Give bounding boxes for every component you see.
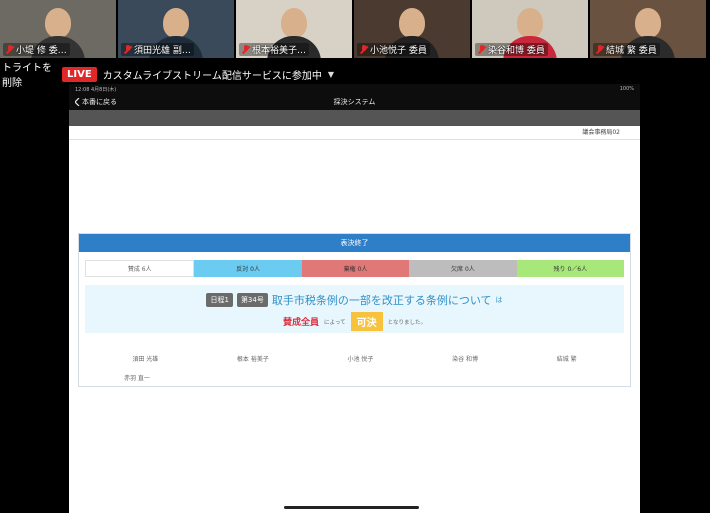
vote-result-panel: 表決終了 賛成 6人 反対 0人 棄権 0人 欠席 0人 残り 0／6人 日程1… bbox=[78, 233, 631, 387]
voter-name: 須田 光雄 bbox=[132, 356, 159, 363]
back-button[interactable]: 本番に戻る bbox=[69, 97, 117, 107]
participant-name: 小池悦子 委員 bbox=[370, 46, 427, 56]
count-no: 反対 0人 bbox=[194, 260, 302, 277]
count-yes: 賛成 6人 bbox=[85, 260, 195, 277]
shared-tablet-screen: 12:08 4月8日(木) 100% 本番に戻る 採決システム 議会事務局02 … bbox=[69, 84, 640, 513]
live-badge[interactable]: LIVE bbox=[62, 66, 97, 82]
chevron-left-icon bbox=[75, 98, 80, 106]
participant-name-bar: 須田光雄 副… bbox=[121, 43, 194, 56]
muted-mic-icon bbox=[242, 45, 250, 54]
participant-name: 須田光雄 副… bbox=[134, 46, 191, 56]
participant-face bbox=[517, 8, 543, 38]
user-bar: 議会事務局02 bbox=[69, 126, 640, 140]
nav-title: 採決システム bbox=[333, 98, 376, 106]
participant-tile[interactable]: 染谷和博 委員 bbox=[472, 0, 588, 58]
voter-name: 赤羽 直一 bbox=[124, 375, 150, 382]
count-absent: 欠席 0人 bbox=[409, 260, 517, 277]
muted-mic-icon bbox=[478, 45, 486, 54]
status-time: 12:08 4月8日(木) bbox=[75, 86, 117, 93]
participant-name: 結城 繁 委員 bbox=[606, 46, 657, 56]
voter-name: 染谷 和博 bbox=[452, 356, 479, 363]
voter-name: 根本 裕美子 bbox=[236, 356, 269, 363]
participant-tile[interactable]: 小堤 修 委… bbox=[0, 0, 116, 58]
stream-status-label[interactable]: カスタムライブストリーム配信サービスに参加中 bbox=[103, 67, 322, 82]
particle-wa: は bbox=[495, 296, 503, 304]
unanimous-label: 賛成全員 bbox=[283, 318, 320, 328]
participant-name: 染谷和博 委員 bbox=[488, 46, 545, 56]
participant-name: 根本裕美子… bbox=[252, 46, 307, 56]
participant-tile[interactable]: 須田光雄 副… bbox=[118, 0, 234, 58]
participant-tile[interactable]: 小池悦子 委員 bbox=[354, 0, 470, 58]
count-abstain: 棄権 0人 bbox=[301, 260, 410, 277]
meeting-toolbar: トライトを削除 LIVE カスタムライブストリーム配信サービスに参加中 ▼ bbox=[0, 63, 710, 89]
participant-tile[interactable]: 根本裕美子… bbox=[236, 0, 352, 58]
count-remaining: 残り 0／6人 bbox=[516, 260, 625, 277]
participant-strip: 小堤 修 委… 須田光雄 副… 根本裕美子… 小池悦子 委員 染谷和博 委員 結城 繁 委… bbox=[0, 0, 710, 60]
back-label: 本番に戻る bbox=[82, 98, 117, 106]
participant-tile[interactable]: 結城 繁 委員 bbox=[590, 0, 706, 58]
tablet-nav-bar: 本番に戻る 採決システム bbox=[69, 94, 640, 110]
participant-name-bar: 小池悦子 委員 bbox=[357, 43, 430, 56]
voter-name: 結城 繁 bbox=[556, 356, 577, 363]
battery-status: 100% bbox=[619, 86, 634, 92]
by-label: によって bbox=[324, 319, 346, 326]
participant-name-bar: 根本裕美子… bbox=[239, 43, 310, 56]
ending-label: となりました。 bbox=[387, 319, 426, 326]
muted-mic-icon bbox=[360, 45, 368, 54]
participant-name-bar: 小堤 修 委… bbox=[3, 43, 70, 56]
agenda-tag: 日程1 bbox=[206, 293, 233, 307]
muted-mic-icon bbox=[6, 45, 14, 54]
voter-names: 須田 光雄 根本 裕美子 小池 悦子 染谷 和博 結城 繁 赤羽 直一 bbox=[79, 354, 630, 382]
chevron-down-icon[interactable]: ▼ bbox=[328, 70, 334, 79]
muted-mic-icon bbox=[596, 45, 604, 54]
voter-row: 赤羽 直一 bbox=[79, 373, 630, 382]
gray-header-bar bbox=[69, 110, 640, 126]
passed-badge: 可決 bbox=[350, 312, 383, 331]
participant-name-bar: 染谷和博 委員 bbox=[475, 43, 548, 56]
home-indicator bbox=[284, 506, 419, 509]
participant-face bbox=[281, 8, 307, 38]
participant-face bbox=[399, 8, 425, 38]
result-box: 日程1 第34号 取手市税条例の一部を改正する条例について は 賛成全員 によっ… bbox=[85, 285, 624, 333]
panel-title: 表決終了 bbox=[79, 234, 630, 252]
participant-face bbox=[635, 8, 661, 38]
participant-face bbox=[45, 8, 71, 38]
secretariat-label: 議会事務局02 bbox=[582, 129, 620, 136]
vote-counts: 賛成 6人 反対 0人 棄権 0人 欠席 0人 残り 0／6人 bbox=[85, 260, 625, 277]
voter-name: 小池 悦子 bbox=[347, 356, 374, 363]
participant-face bbox=[163, 8, 189, 38]
participant-name-bar: 結城 繁 委員 bbox=[593, 43, 660, 56]
voter-row: 須田 光雄 根本 裕美子 小池 悦子 染谷 和博 結城 繁 bbox=[79, 354, 630, 363]
tablet-status-bar: 12:08 4月8日(木) 100% bbox=[69, 84, 640, 94]
bill-number-tag: 第34号 bbox=[236, 293, 268, 307]
remove-highlight-button[interactable]: トライトを削除 bbox=[0, 59, 58, 89]
participant-name: 小堤 修 委… bbox=[16, 46, 67, 56]
muted-mic-icon bbox=[124, 45, 132, 54]
bill-title: 取手市税条例の一部を改正する条例について bbox=[271, 294, 492, 307]
